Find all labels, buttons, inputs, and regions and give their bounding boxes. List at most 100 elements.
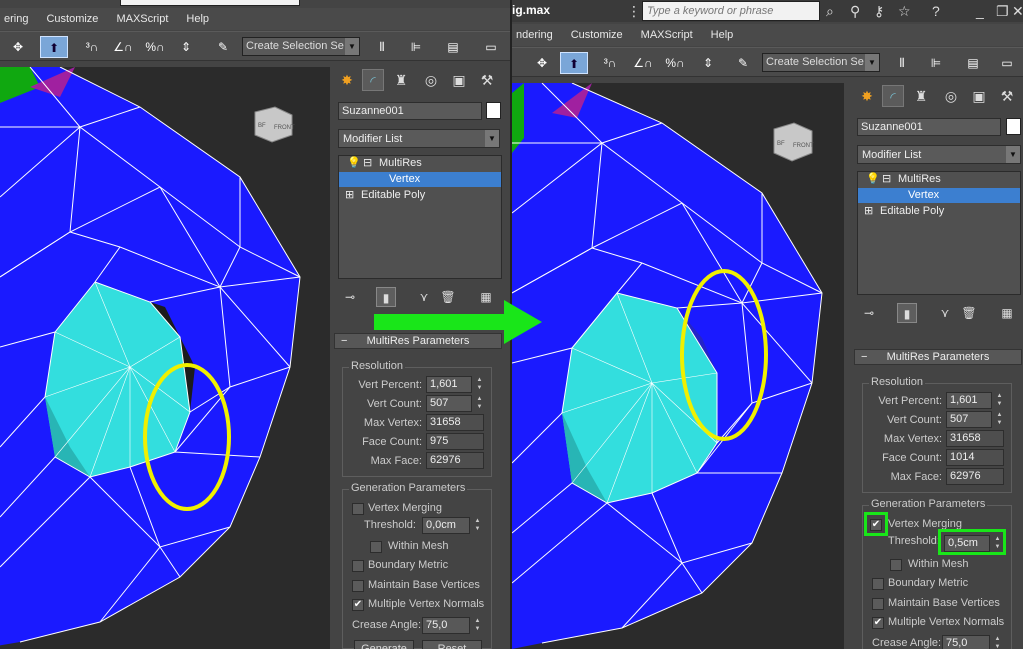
crease-angle-input[interactable]: 75,0 xyxy=(422,617,470,634)
ribbon-icon[interactable]: ▭ xyxy=(994,52,1020,74)
expand-icon[interactable]: ⊞ xyxy=(345,188,354,203)
threshold-spinner[interactable]: ▲ ▼ xyxy=(472,517,483,534)
mirror-icon[interactable]: ⫴ xyxy=(890,52,914,74)
show-end-result-icon[interactable]: ▮ xyxy=(897,303,917,323)
hierarchy-tab-icon[interactable]: ♜ xyxy=(390,69,412,91)
threshold-input[interactable]: 0,0cm xyxy=(422,517,470,534)
align-icon[interactable]: ⊫ xyxy=(924,52,948,74)
edit-named-selection-icon[interactable]: ✎ xyxy=(210,36,236,58)
crease-angle-spinner[interactable]: ▲ ▼ xyxy=(992,635,1003,649)
object-color-swatch[interactable] xyxy=(486,102,501,119)
display-tab-icon[interactable]: ▣ xyxy=(968,85,990,107)
close-icon[interactable]: ✕ xyxy=(1012,3,1023,19)
menu-rendering[interactable]: ering xyxy=(4,13,28,25)
spinner-snap-icon[interactable]: ⇕ xyxy=(696,52,720,74)
select-object-icon[interactable]: ⬆ xyxy=(40,36,68,58)
vert-percent-input[interactable]: 1,601 xyxy=(426,376,472,393)
within-mesh-checkbox[interactable] xyxy=(370,541,382,553)
within-mesh-checkbox[interactable] xyxy=(890,559,902,571)
object-name-field[interactable]: Suzanne001 xyxy=(338,102,482,120)
hierarchy-tab-icon[interactable]: ♜ xyxy=(910,85,932,107)
multiple-normals-checkbox[interactable]: ✔ xyxy=(352,599,364,611)
menu-maxscript[interactable]: MAXScript xyxy=(116,13,168,25)
stack-item-vertex[interactable]: Vertex xyxy=(858,188,1020,203)
snap-3-icon[interactable]: ³∩ xyxy=(598,52,622,74)
utilities-tab-icon[interactable]: ⚒ xyxy=(476,69,498,91)
vert-count-input[interactable]: 507 xyxy=(946,411,992,428)
crease-angle-input[interactable]: 75,0 xyxy=(942,635,990,649)
angle-snap-icon[interactable]: ∠∩ xyxy=(630,52,656,74)
move-icon[interactable]: ✥ xyxy=(6,36,30,58)
menu-customize[interactable]: Customize xyxy=(46,13,98,25)
generate-button[interactable]: Generate xyxy=(354,640,414,649)
display-tab-icon[interactable]: ▣ xyxy=(448,69,470,91)
help-icon[interactable]: ? xyxy=(932,3,940,19)
mirror-icon[interactable]: ⫴ xyxy=(370,36,394,58)
percent-snap-icon[interactable]: %∩ xyxy=(662,52,688,74)
configure-sets-icon[interactable]: ▦ xyxy=(997,303,1017,323)
key-icon[interactable]: ⚷ xyxy=(874,3,884,19)
create-tab-icon[interactable]: ✸ xyxy=(856,85,878,107)
create-selection-set-dropdown[interactable]: Create Selection Se ▼ xyxy=(762,53,880,72)
minimize-icon[interactable]: _ xyxy=(976,3,984,19)
crease-angle-spinner[interactable]: ▲ ▼ xyxy=(472,617,483,634)
reset-button[interactable]: Reset xyxy=(422,640,482,649)
create-tab-icon[interactable]: ✸ xyxy=(336,69,358,91)
search-input[interactable]: Type a keyword or phrase xyxy=(642,1,820,21)
menu-help[interactable]: Help xyxy=(186,13,209,25)
pin-stack-icon[interactable]: ⊸ xyxy=(859,303,879,323)
expand-icon[interactable]: ⊞ xyxy=(864,204,873,219)
create-selection-set-dropdown[interactable]: Create Selection Se ▼ xyxy=(242,37,360,56)
lightbulb-icon[interactable]: 💡 xyxy=(347,156,361,171)
stack-item-vertex[interactable]: Vertex xyxy=(339,172,501,187)
modify-tab-icon[interactable]: ◜ xyxy=(362,69,384,91)
vert-count-input[interactable]: 507 xyxy=(426,395,472,412)
edit-named-selection-icon[interactable]: ✎ xyxy=(730,52,756,74)
collapse-icon[interactable]: ⊟ xyxy=(363,156,372,171)
vertex-merging-checkbox[interactable] xyxy=(352,503,364,515)
utilities-tab-icon[interactable]: ⚒ xyxy=(996,85,1018,107)
make-unique-icon[interactable]: ⋎ xyxy=(935,303,955,323)
pin-stack-icon[interactable]: ⊸ xyxy=(340,287,360,307)
modifier-list-dropdown[interactable]: Modifier List ▼ xyxy=(857,145,1021,164)
menu-help[interactable]: Help xyxy=(711,29,734,41)
ribbon-icon[interactable]: ▭ xyxy=(478,36,504,58)
menu-customize[interactable]: Customize xyxy=(571,29,623,41)
remove-modifier-icon[interactable]: 🗑 xyxy=(959,303,979,323)
search-expand-icon[interactable]: ⋮ xyxy=(627,3,641,19)
multiple-normals-checkbox[interactable]: ✔ xyxy=(872,617,884,629)
maintain-base-checkbox[interactable] xyxy=(872,598,884,610)
vert-count-spinner[interactable]: ▲ ▼ xyxy=(474,395,485,412)
menu-maxscript[interactable]: MAXScript xyxy=(641,29,693,41)
vert-percent-spinner[interactable]: ▲ ▼ xyxy=(474,376,485,393)
collapse-icon[interactable]: ⊟ xyxy=(882,172,891,187)
spinner-snap-icon[interactable]: ⇕ xyxy=(174,36,198,58)
maintain-base-checkbox[interactable] xyxy=(352,580,364,592)
vert-percent-spinner[interactable]: ▲ ▼ xyxy=(994,392,1005,409)
lightbulb-icon[interactable]: 💡 xyxy=(866,172,880,187)
select-object-icon[interactable]: ⬆ xyxy=(560,52,588,74)
boundary-metric-checkbox[interactable] xyxy=(352,560,364,572)
move-icon[interactable]: ✥ xyxy=(530,52,554,74)
vert-count-spinner[interactable]: ▲ ▼ xyxy=(994,411,1005,428)
perspective-viewport[interactable]: BF FRONT xyxy=(512,83,844,649)
star-icon[interactable]: ☆ xyxy=(898,3,911,19)
binoculars-icon[interactable]: ⌕ xyxy=(826,3,834,19)
layer-icon[interactable]: ▤ xyxy=(960,52,986,74)
modify-tab-icon[interactable]: ◜ xyxy=(882,85,904,107)
modifier-list-dropdown[interactable]: Modifier List ▼ xyxy=(338,129,500,148)
stack-item-editable-poly[interactable]: ⊞ Editable Poly xyxy=(339,188,501,203)
rollout-header[interactable]: − MultiRes Parameters xyxy=(854,349,1022,365)
stack-item-multires[interactable]: 💡 ⊟ MultiRes xyxy=(339,156,501,171)
communication-icon[interactable]: ⚲ xyxy=(850,3,860,19)
menu-rendering[interactable]: ndering xyxy=(516,29,553,41)
perspective-viewport[interactable]: BF FRONT xyxy=(0,67,330,649)
stack-item-editable-poly[interactable]: ⊞ Editable Poly xyxy=(858,204,1020,219)
stack-item-multires[interactable]: 💡 ⊟ MultiRes xyxy=(858,172,1020,187)
motion-tab-icon[interactable]: ◎ xyxy=(420,69,442,91)
object-color-swatch[interactable] xyxy=(1006,118,1021,135)
vert-percent-input[interactable]: 1,601 xyxy=(946,392,992,409)
restore-icon[interactable]: ❐ xyxy=(996,3,1009,19)
object-name-field[interactable]: Suzanne001 xyxy=(857,118,1001,136)
search-input-partial[interactable] xyxy=(120,0,300,6)
